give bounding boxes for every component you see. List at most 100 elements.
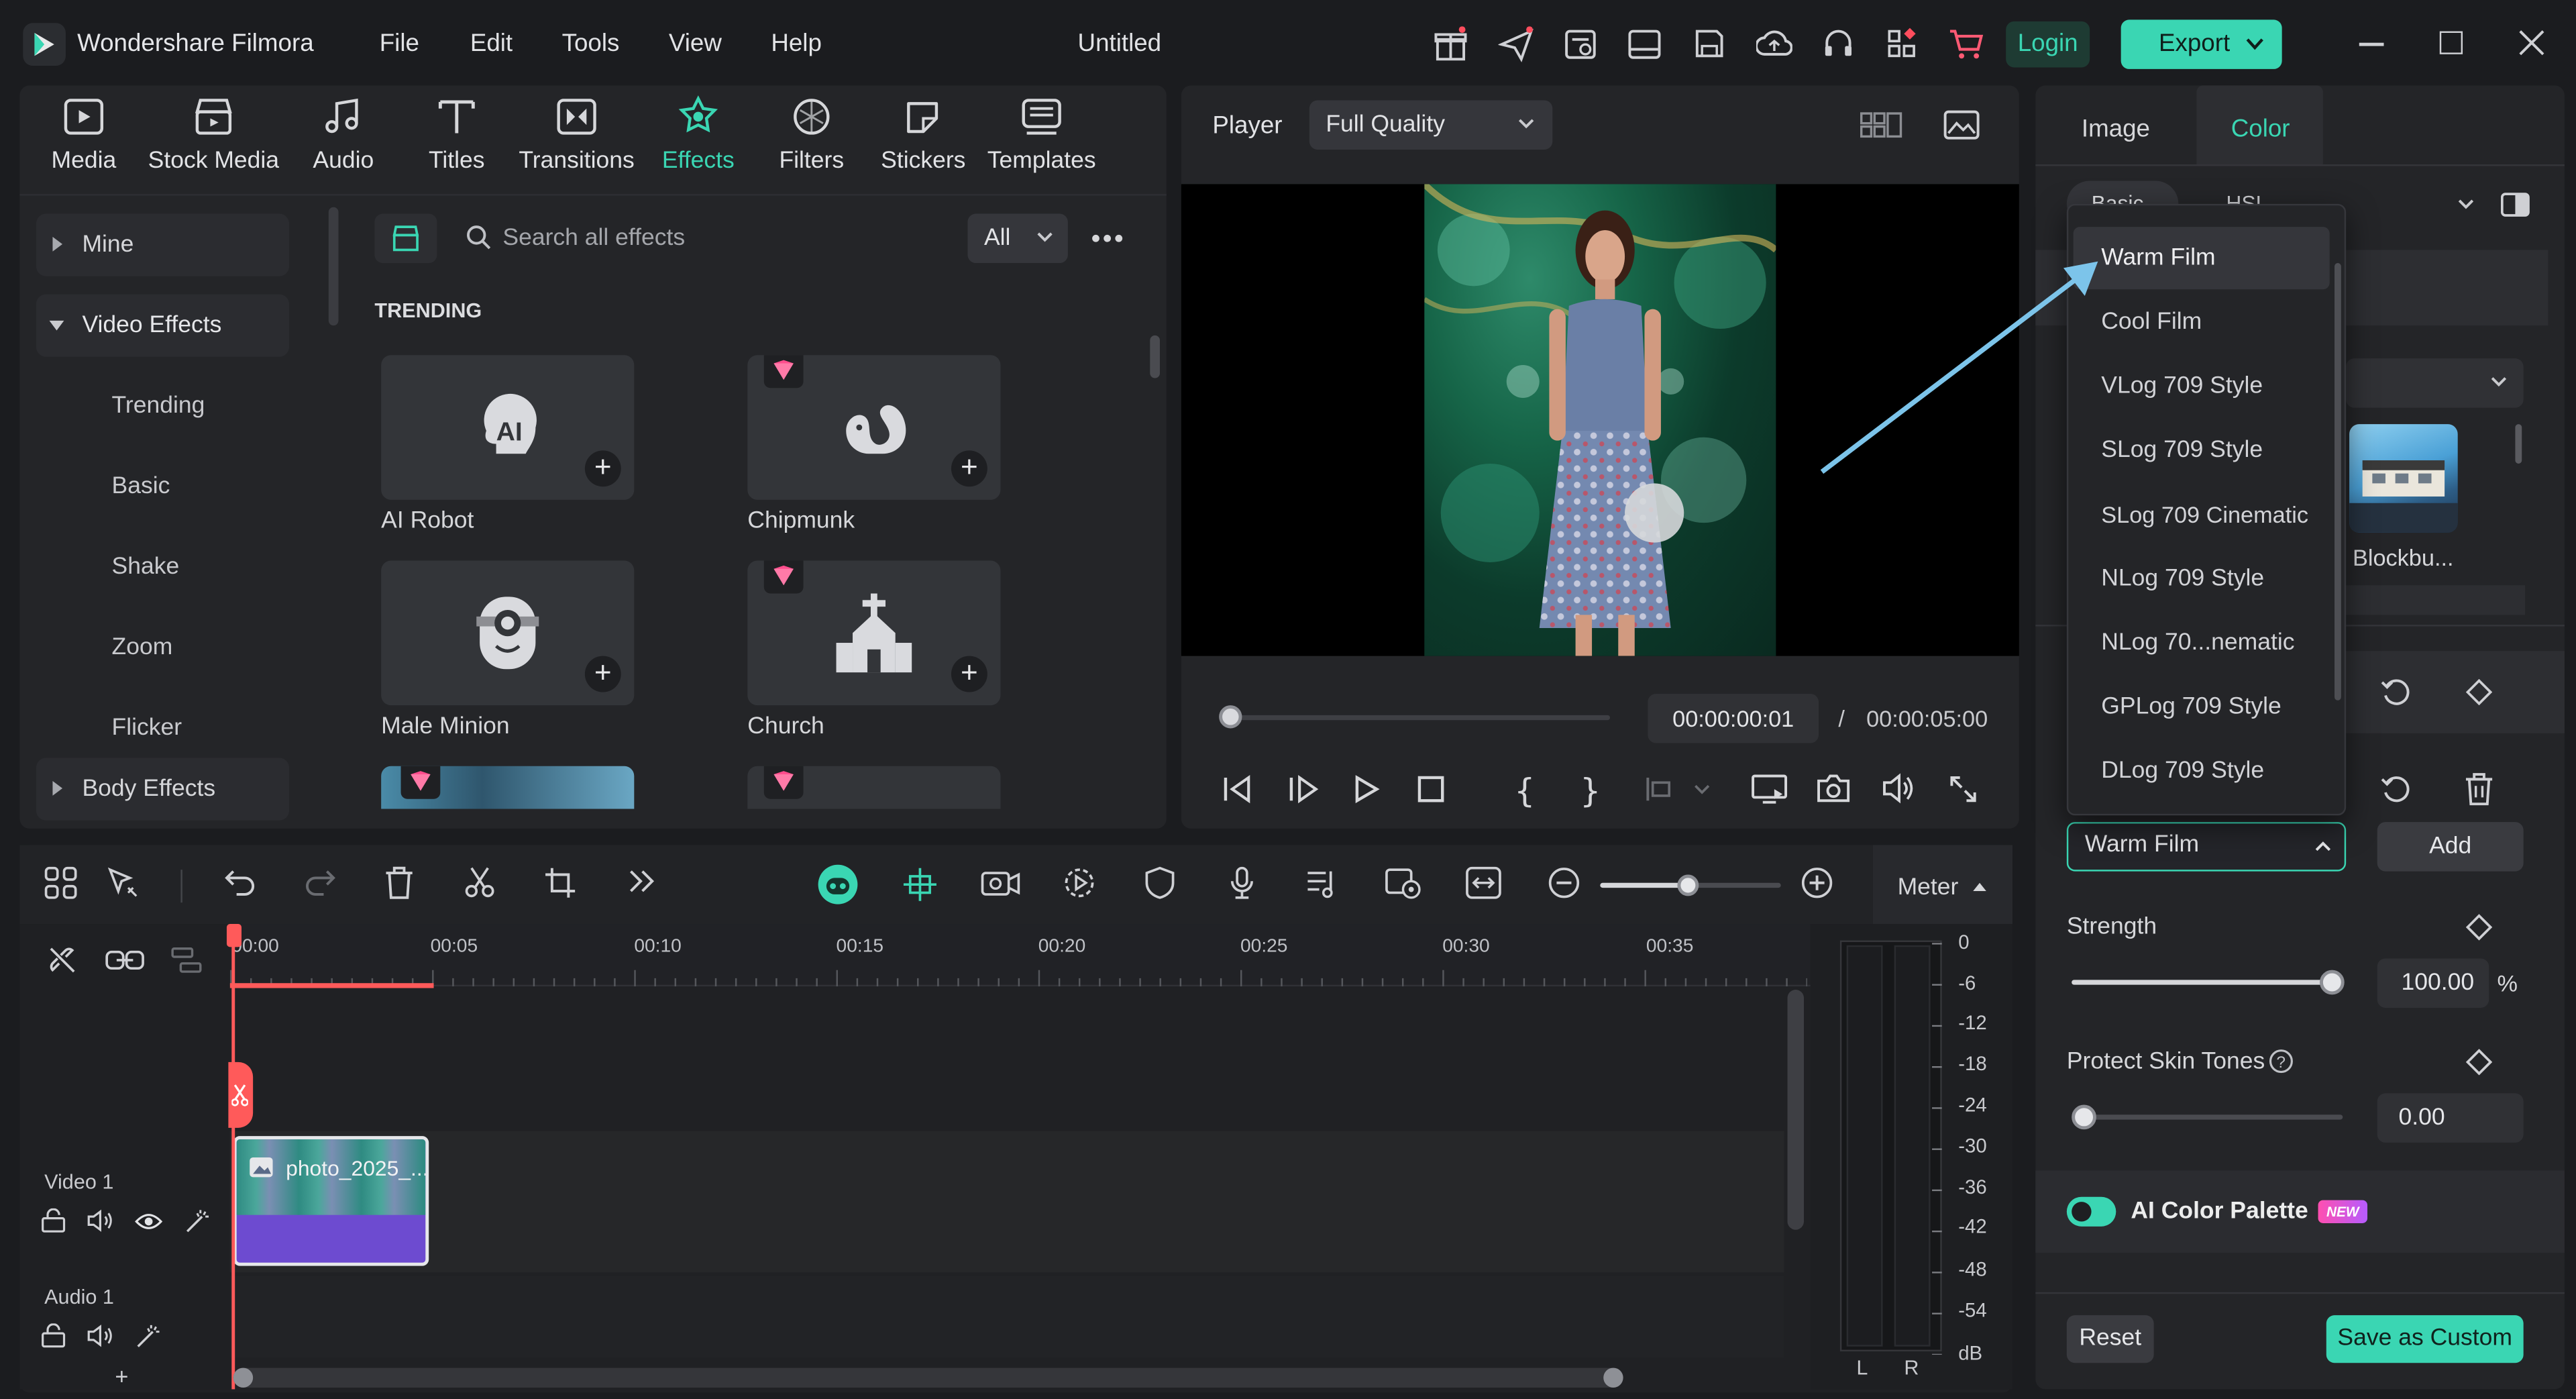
skin-slider-track[interactable]: [2083, 1115, 2343, 1120]
tool-filters[interactable]: Filters: [754, 95, 869, 174]
video-clip[interactable]: photo_2025_...: [233, 1136, 429, 1266]
speaker-icon[interactable]: [87, 1323, 115, 1348]
reset-button[interactable]: Reset: [2066, 1315, 2154, 1363]
lock-icon[interactable]: [41, 1208, 66, 1233]
playhead-handle[interactable]: [226, 924, 242, 947]
cloud-upload-icon[interactable]: [1756, 28, 1792, 60]
magic-wand-icon[interactable]: [135, 1323, 161, 1349]
snapshot-icon[interactable]: [1817, 773, 1850, 805]
playhead-line[interactable]: [231, 930, 235, 1390]
crop-icon[interactable]: [544, 866, 577, 899]
delete-icon[interactable]: [2464, 773, 2493, 806]
menu-help[interactable]: Help: [771, 30, 822, 58]
tool-stickers[interactable]: Stickers: [866, 95, 981, 174]
sidebar-item-body-effects[interactable]: Body Effects: [36, 758, 290, 821]
dropdown-option[interactable]: GPLog 709 Style: [2074, 676, 2330, 738]
add-effect-button[interactable]: +: [584, 656, 621, 692]
keyframe-icon[interactable]: [2465, 914, 2493, 941]
tab-color[interactable]: Color: [2196, 85, 2323, 166]
zoom-out-icon[interactable]: [1548, 866, 1580, 899]
play-icon[interactable]: [1352, 774, 1382, 804]
menu-file[interactable]: File: [380, 30, 419, 58]
select-tool-icon[interactable]: [107, 866, 143, 899]
sidebar-sub-shake[interactable]: Shake: [112, 554, 180, 580]
mark-in-icon[interactable]: {: [1515, 771, 1535, 811]
redo-icon[interactable]: [304, 866, 337, 896]
skin-value-field[interactable]: 0.00: [2377, 1093, 2524, 1143]
tab-image[interactable]: Image: [2082, 115, 2150, 144]
reset-icon[interactable]: [2381, 774, 2412, 806]
delete-icon[interactable]: [384, 866, 414, 899]
tool-templates[interactable]: Templates: [979, 95, 1104, 174]
playback-handle[interactable]: [1219, 705, 1242, 729]
export-button[interactable]: Export: [2121, 19, 2282, 69]
dropdown-scrollbar[interactable]: [2334, 263, 2341, 701]
play-range-icon[interactable]: [1287, 774, 1320, 804]
menu-edit[interactable]: Edit: [470, 30, 513, 58]
cart-icon[interactable]: [1949, 28, 1985, 61]
sidebar-item-mine[interactable]: Mine: [36, 213, 290, 276]
lock-icon[interactable]: [41, 1323, 66, 1348]
tool-transitions[interactable]: Transitions: [511, 95, 643, 174]
project-icon[interactable]: [1564, 28, 1597, 61]
stop-icon[interactable]: [1416, 774, 1446, 804]
shield-icon[interactable]: [1145, 866, 1175, 899]
browser-scrollbar[interactable]: [1150, 335, 1160, 378]
grid-view-icon[interactable]: [1860, 110, 1902, 140]
undo-icon[interactable]: [223, 866, 256, 896]
audio-track-lane[interactable]: [229, 1276, 1784, 1358]
apps-grid-icon[interactable]: [1886, 26, 1919, 59]
playhead-marker[interactable]: [228, 1061, 254, 1128]
dropdown-option[interactable]: DLog 709 Style: [2074, 740, 2330, 802]
menu-tools[interactable]: Tools: [562, 30, 620, 58]
tool-titles[interactable]: Titles: [399, 95, 514, 174]
layout-icon[interactable]: [1628, 30, 1661, 59]
store-button[interactable]: [374, 213, 437, 264]
sidebar-sub-trending[interactable]: Trending: [112, 393, 205, 419]
preview-render-icon[interactable]: [1385, 866, 1421, 899]
sidebar-scrollbar[interactable]: [328, 207, 339, 326]
preset-thumbnail[interactable]: [2349, 424, 2458, 533]
send-icon[interactable]: [1498, 26, 1534, 62]
meter-header[interactable]: Meter: [1872, 845, 2013, 925]
help-icon[interactable]: ?: [2269, 1049, 2294, 1074]
fullscreen-icon[interactable]: [1949, 774, 1978, 804]
prev-frame-icon[interactable]: [1221, 774, 1254, 804]
tool-stock-media[interactable]: Stock Media: [142, 95, 286, 174]
chevron-down-icon[interactable]: [2458, 199, 2474, 210]
sidebar-sub-flicker[interactable]: Flicker: [112, 715, 182, 741]
sidebar-sub-zoom[interactable]: Zoom: [112, 635, 173, 661]
compare-split-icon[interactable]: [2500, 193, 2530, 217]
volume-icon[interactable]: [1881, 773, 1917, 805]
headset-icon[interactable]: [1822, 28, 1855, 61]
scroll-handle-right[interactable]: [1603, 1367, 1623, 1388]
split-icon[interactable]: [464, 866, 496, 899]
insert-icon[interactable]: [1643, 774, 1715, 804]
link-icon[interactable]: [105, 945, 145, 975]
playback-track[interactable]: [1230, 715, 1611, 721]
search-input[interactable]: [502, 217, 947, 260]
tool-effects[interactable]: Effects: [641, 95, 755, 174]
horizontal-scrollbar[interactable]: [233, 1367, 1623, 1388]
display-settings-icon[interactable]: [1752, 773, 1788, 806]
minimize-icon[interactable]: [2359, 42, 2384, 46]
tool-audio[interactable]: Audio: [286, 95, 400, 174]
strength-value-field[interactable]: 100.00: [2377, 958, 2489, 1008]
image-compare-icon[interactable]: [1943, 110, 1980, 140]
ai-palette-toggle[interactable]: [2066, 1196, 2116, 1227]
tool-media[interactable]: Media: [26, 95, 141, 174]
track-manager-icon[interactable]: [171, 945, 204, 975]
close-icon[interactable]: [2518, 30, 2544, 56]
skin-slider-handle[interactable]: [2072, 1104, 2096, 1130]
more-tools-icon[interactable]: [628, 866, 657, 896]
snap-icon[interactable]: [902, 866, 938, 902]
effect-card-church[interactable]: +: [747, 560, 1001, 706]
vertical-scrollbar[interactable]: [1787, 990, 1805, 1230]
save-icon[interactable]: [1694, 28, 1725, 60]
effect-card-partial[interactable]: [747, 766, 1001, 809]
save-as-custom-button[interactable]: Save as Custom: [2326, 1315, 2524, 1363]
scroll-handle-left[interactable]: [233, 1367, 254, 1388]
add-track-button[interactable]: +: [115, 1363, 128, 1389]
effect-card-chipmunk[interactable]: +: [747, 355, 1001, 500]
gift-icon[interactable]: [1434, 26, 1467, 62]
